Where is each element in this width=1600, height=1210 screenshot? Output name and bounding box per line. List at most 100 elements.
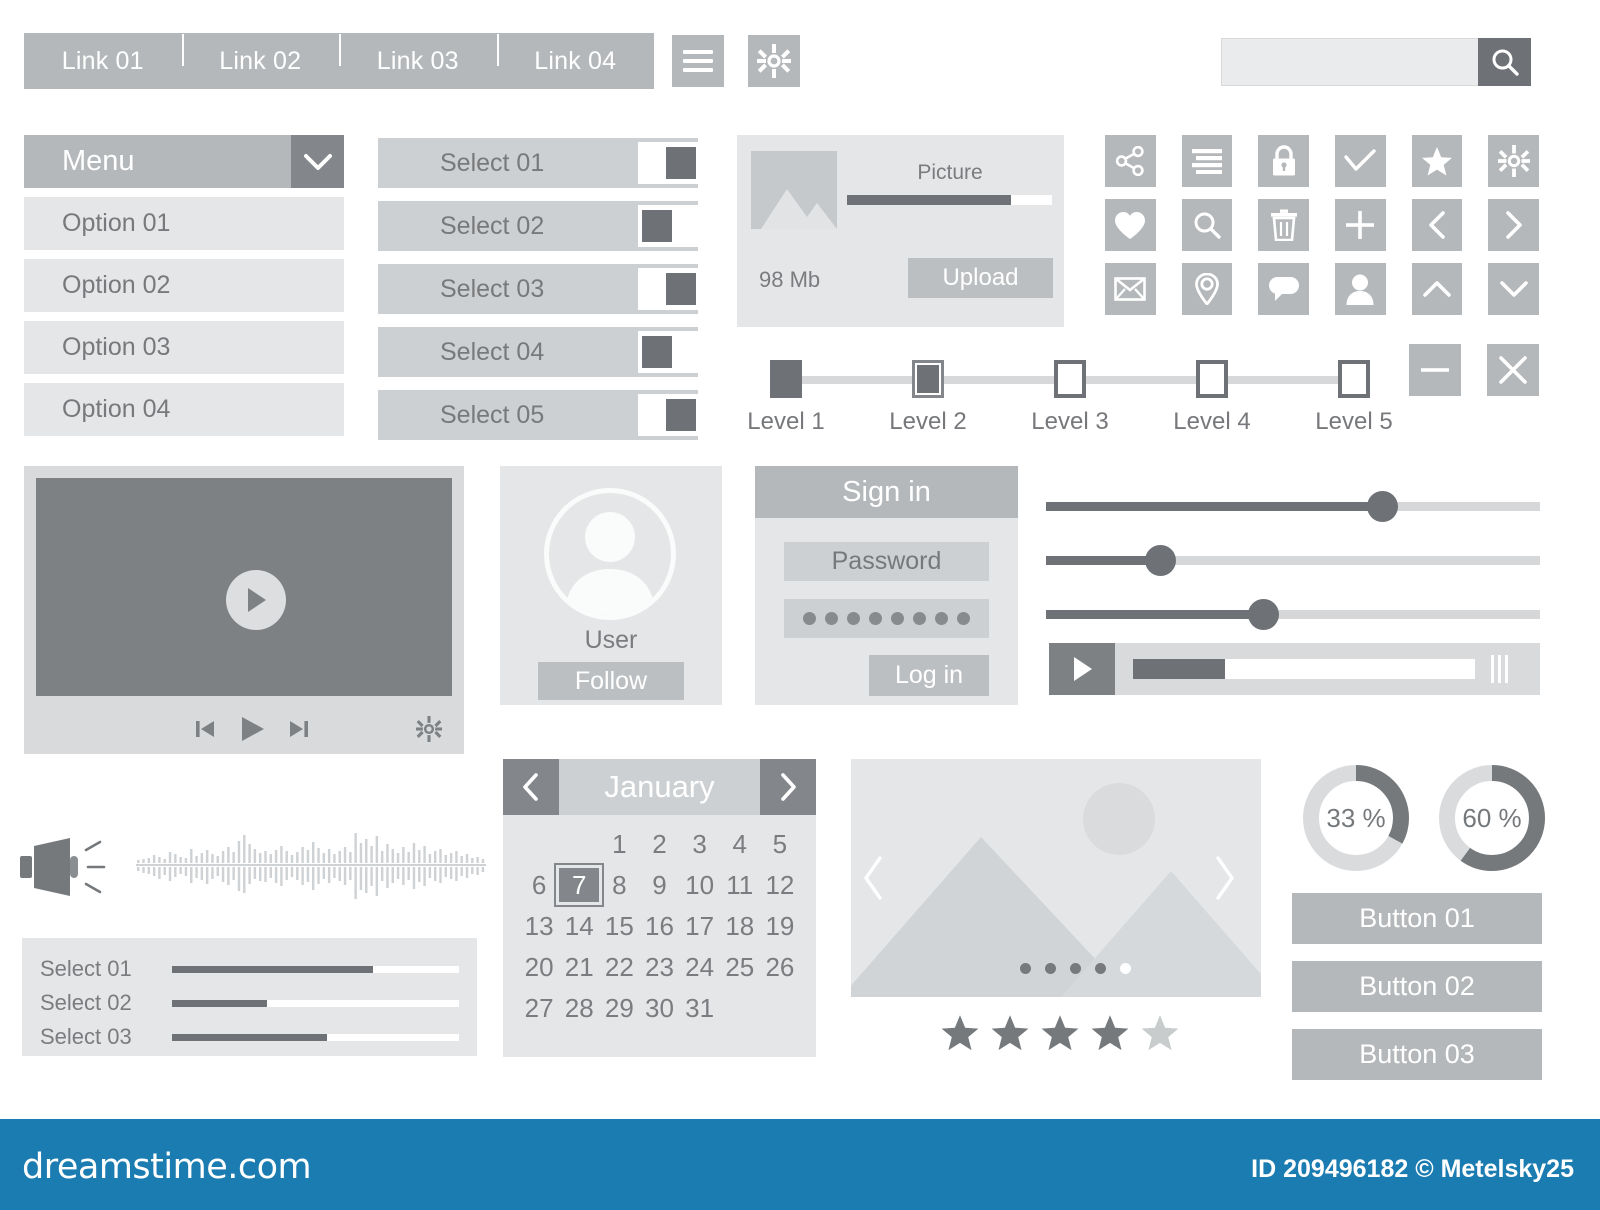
minus-icon[interactable] [1409, 344, 1461, 396]
calendar-day[interactable]: 6 [519, 868, 559, 902]
slider-thumb[interactable] [1248, 599, 1280, 630]
menu-option-3[interactable]: Option 03 [24, 321, 344, 374]
image-carousel[interactable] [851, 759, 1261, 997]
gear-icon[interactable] [416, 715, 442, 747]
list-icon[interactable] [1181, 135, 1233, 187]
calendar-prev-button[interactable] [503, 759, 559, 815]
video-screen[interactable] [36, 478, 452, 696]
plus-icon[interactable] [1335, 199, 1386, 251]
calendar-day[interactable]: 12 [760, 868, 800, 902]
calendar-day[interactable]: 22 [599, 950, 639, 984]
calendar-day[interactable]: 9 [639, 868, 679, 902]
toggle-row[interactable]: Select 04 [378, 327, 700, 377]
play-icon[interactable] [226, 570, 286, 630]
progress-bar[interactable] [172, 1033, 459, 1041]
star-icon[interactable] [1411, 135, 1463, 187]
upload-button[interactable]: Upload [908, 258, 1053, 298]
calendar-day[interactable]: 4 [720, 827, 760, 861]
nav-link-2[interactable]: Link 02 [181, 33, 340, 74]
star-icon-filled[interactable] [1090, 1014, 1130, 1052]
calendar-day[interactable]: 3 [680, 827, 720, 861]
calendar-day[interactable]: 27 [519, 991, 559, 1025]
calendar-day[interactable]: 13 [519, 909, 559, 943]
calendar-day[interactable]: 2 [639, 827, 679, 861]
calendar-day[interactable]: 1 [599, 827, 639, 861]
slider-1[interactable] [1046, 480, 1540, 534]
slider-thumb[interactable] [1144, 545, 1176, 576]
chat-bubble-icon[interactable] [1258, 263, 1310, 315]
location-pin-icon[interactable] [1181, 263, 1233, 315]
progress-bar[interactable] [172, 965, 459, 973]
star-icon-filled[interactable] [990, 1014, 1030, 1052]
carousel-prev-button[interactable] [862, 855, 886, 906]
button-01[interactable]: Button 01 [1292, 893, 1542, 944]
close-icon[interactable] [1487, 344, 1539, 396]
user-icon[interactable] [1335, 263, 1386, 315]
stepper-node-1[interactable] [770, 360, 802, 398]
password-input[interactable] [784, 599, 989, 638]
check-icon[interactable] [1335, 135, 1386, 187]
calendar-day[interactable]: 8 [599, 868, 639, 902]
chevron-down-icon[interactable] [1488, 263, 1540, 315]
nav-link-1[interactable]: Link 01 [24, 48, 182, 74]
toggle-switch[interactable] [638, 205, 700, 247]
menu-option-2[interactable]: Option 02 [24, 259, 344, 312]
calendar-day[interactable]: 26 [760, 950, 800, 984]
carousel-next-button[interactable] [1212, 855, 1236, 906]
carousel-dot-active[interactable] [1120, 963, 1131, 974]
skip-next-icon[interactable] [288, 718, 310, 745]
carousel-dot[interactable] [1095, 963, 1106, 974]
hamburger-menu-icon[interactable] [672, 35, 724, 87]
nav-link-3[interactable]: Link 03 [339, 33, 497, 74]
carousel-dot[interactable] [1045, 963, 1056, 974]
star-icon-filled[interactable] [940, 1014, 980, 1052]
chevron-left-icon[interactable] [1411, 199, 1463, 251]
slider-thumb[interactable] [1366, 491, 1398, 522]
button-02[interactable]: Button 02 [1292, 961, 1542, 1012]
star-icon-empty[interactable] [1140, 1014, 1180, 1052]
toggle-row[interactable]: Select 03 [378, 264, 700, 314]
slider-2[interactable] [1046, 534, 1540, 588]
calendar-day[interactable]: 24 [680, 950, 720, 984]
calendar-next-button[interactable] [760, 759, 816, 815]
calendar-day[interactable]: 23 [639, 950, 679, 984]
calendar-day-selected[interactable]: 7 [559, 868, 600, 902]
search-button[interactable] [1478, 38, 1531, 86]
toggle-row[interactable]: Select 02 [378, 201, 700, 251]
menu-option-1[interactable]: Option 01 [24, 197, 344, 250]
follow-button[interactable]: Follow [538, 662, 684, 700]
calendar-day[interactable]: 31 [680, 991, 720, 1025]
search-input[interactable] [1221, 38, 1478, 86]
stepper-node-5[interactable] [1338, 360, 1370, 398]
chevron-down-icon[interactable] [291, 135, 344, 188]
stepper-node-3[interactable] [1054, 360, 1086, 398]
progress-bar[interactable] [172, 999, 459, 1007]
toggle-switch[interactable] [638, 394, 700, 436]
toggle-switch[interactable] [638, 268, 700, 310]
calendar-day[interactable]: 25 [720, 950, 760, 984]
star-rating[interactable] [940, 1014, 1180, 1052]
mail-icon[interactable] [1105, 263, 1156, 315]
password-label-field[interactable]: Password [784, 542, 989, 581]
skip-previous-icon[interactable] [194, 718, 216, 745]
chevron-right-icon[interactable] [1488, 199, 1540, 251]
calendar-day[interactable]: 28 [559, 991, 599, 1025]
stepper-node-2[interactable] [912, 360, 944, 398]
star-icon-filled[interactable] [1040, 1014, 1080, 1052]
calendar-day[interactable]: 29 [599, 991, 639, 1025]
menu-header[interactable]: Menu [24, 135, 344, 188]
calendar-day[interactable]: 20 [519, 950, 559, 984]
button-03[interactable]: Button 03 [1292, 1029, 1542, 1080]
share-icon[interactable] [1105, 135, 1156, 187]
gear-icon[interactable] [748, 35, 800, 87]
carousel-dot[interactable] [1070, 963, 1081, 974]
calendar-day[interactable]: 16 [639, 909, 679, 943]
calendar-day[interactable]: 30 [639, 991, 679, 1025]
toggle-switch[interactable] [638, 331, 700, 373]
gear-icon[interactable] [1488, 135, 1540, 187]
calendar-day[interactable]: 19 [760, 909, 800, 943]
toggle-row[interactable]: Select 05 [378, 390, 700, 440]
chevron-up-icon[interactable] [1411, 263, 1463, 315]
calendar-day[interactable]: 11 [720, 868, 760, 902]
calendar-day[interactable]: 5 [760, 827, 800, 861]
